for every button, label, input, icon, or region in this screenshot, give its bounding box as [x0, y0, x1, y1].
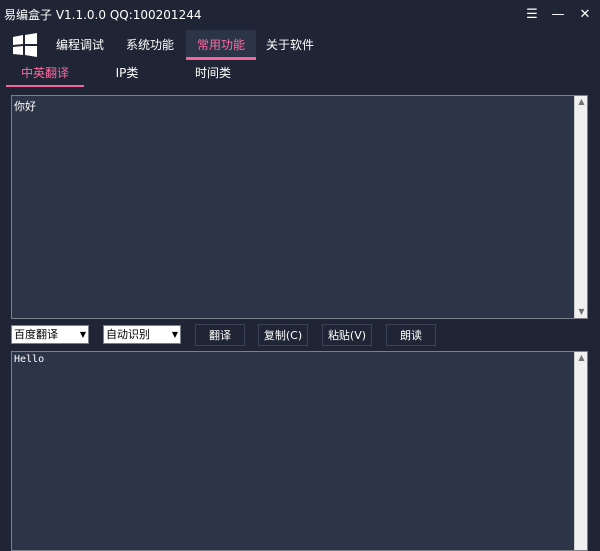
language-select-value: 自动识别 [106, 328, 150, 341]
minimize-button[interactable]: — [548, 5, 568, 25]
engine-select-value: 百度翻译 [14, 328, 58, 341]
language-select[interactable]: 自动识别 ▼ [103, 325, 181, 344]
active-tab-indicator [6, 85, 84, 87]
tab-time[interactable]: 时间类 [182, 60, 244, 86]
chevron-down-icon: ▼ [79, 330, 86, 339]
scroll-up-arrow-icon[interactable]: ▲ [575, 96, 588, 108]
read-aloud-button[interactable]: 朗读 [386, 324, 436, 346]
windows-logo-icon [13, 33, 37, 57]
copy-button[interactable]: 复制(C) [258, 324, 308, 346]
menu-item-common[interactable]: 常用功能 [186, 30, 256, 60]
input-scrollbar[interactable]: ▲ ▼ [574, 96, 587, 318]
chevron-down-icon: ▼ [171, 330, 178, 339]
translate-button[interactable]: 翻译 [195, 324, 245, 346]
sub-tab-bar [0, 60, 600, 88]
input-text: 你好 [14, 100, 36, 113]
input-textarea[interactable]: 你好 ▲ ▼ [11, 95, 588, 319]
output-scrollbar[interactable]: ▲ [574, 352, 587, 550]
title-bar: 易编盒子 V1.1.0.0 QQ:100201244 [0, 0, 600, 30]
paste-button[interactable]: 粘贴(V) [322, 324, 372, 346]
output-textarea[interactable]: Hello ▲ [11, 351, 588, 551]
tab-translate[interactable]: 中英翻译 [6, 60, 84, 86]
scroll-down-arrow-icon[interactable]: ▼ [575, 306, 588, 318]
scroll-up-arrow-icon[interactable]: ▲ [575, 352, 588, 364]
menu-item-system[interactable]: 系统功能 [126, 30, 178, 60]
close-button[interactable]: ✕ [575, 5, 595, 25]
engine-select[interactable]: 百度翻译 ▼ [11, 325, 89, 344]
tab-ip[interactable]: IP类 [96, 60, 158, 86]
output-text: Hello [14, 354, 45, 365]
window-title: 易编盒子 V1.1.0.0 QQ:100201244 [4, 8, 202, 22]
menu-item-debug[interactable]: 编程调试 [56, 30, 108, 60]
menu-item-about[interactable]: 关于软件 [266, 30, 318, 60]
menu-icon[interactable]: ☰ [522, 5, 542, 25]
